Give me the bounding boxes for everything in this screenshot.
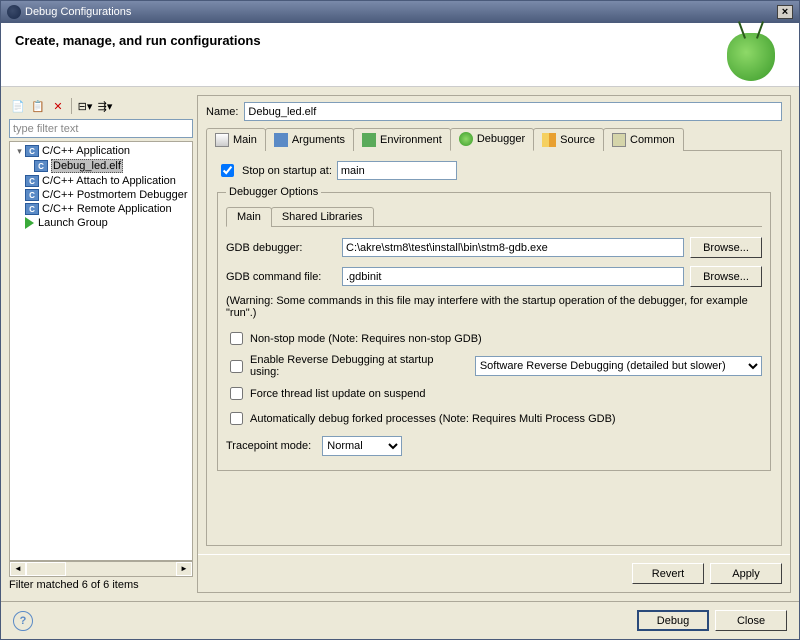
tree-item-remote[interactable]: CC/C++ Remote Application — [12, 202, 190, 216]
apply-button[interactable]: Apply — [710, 563, 782, 584]
stop-on-startup-checkbox[interactable] — [221, 164, 234, 177]
force-thread-label: Force thread list update on suspend — [250, 388, 426, 400]
name-input[interactable] — [244, 102, 782, 121]
tab-source[interactable]: Source — [533, 128, 604, 151]
nonstop-label: Non-stop mode (Note: Requires non-stop G… — [250, 333, 482, 345]
window-title: Debug Configurations — [25, 6, 131, 18]
warning-text: (Warning: Some commands in this file may… — [226, 295, 762, 319]
cmdfile-browse-button[interactable]: Browse... — [690, 266, 762, 287]
separator — [71, 98, 72, 114]
filter-status: Filter matched 6 of 6 items — [9, 577, 193, 593]
filter-input[interactable] — [9, 119, 193, 138]
tab-debugger[interactable]: Debugger — [450, 128, 534, 151]
inner-tab-bar: Main Shared Libraries — [226, 206, 762, 227]
stop-on-startup-label: Stop on startup at: — [242, 165, 332, 177]
gdb-browse-button[interactable]: Browse... — [690, 237, 762, 258]
c-icon: C — [25, 189, 39, 201]
c-icon: C — [34, 160, 48, 172]
tab-main[interactable]: Main — [206, 128, 266, 151]
gdb-cmdfile-input[interactable] — [342, 267, 684, 286]
footer: ? Debug Close — [1, 601, 799, 639]
config-button-bar: Revert Apply — [198, 554, 790, 592]
left-pane: 📄 📋 ✕ ⊟▾ ⇶▾ ▾CC/C++ Application CDebug_l… — [9, 95, 193, 593]
eclipse-icon — [7, 5, 21, 19]
tab-environment[interactable]: Environment — [353, 128, 451, 151]
stop-on-startup-input[interactable] — [337, 161, 457, 180]
source-icon — [542, 133, 556, 147]
tree-item-debug-led[interactable]: CDebug_led.elf — [12, 158, 190, 174]
horizontal-scrollbar[interactable]: ◄► — [9, 561, 193, 577]
page-title: Create, manage, and run configurations — [15, 33, 261, 48]
delete-button[interactable]: ✕ — [49, 97, 67, 115]
help-icon[interactable]: ? — [13, 611, 33, 631]
tab-common[interactable]: Common — [603, 128, 684, 151]
tree-item-cpp-app[interactable]: ▾CC/C++ Application — [12, 144, 190, 158]
tab-bar: Main Arguments Environment Debugger Sour… — [206, 127, 782, 151]
gdb-debugger-label: GDB debugger: — [226, 242, 336, 254]
body: 📄 📋 ✕ ⊟▾ ⇶▾ ▾CC/C++ Application CDebug_l… — [1, 87, 799, 601]
close-icon[interactable]: × — [777, 5, 793, 19]
tree-item-launch-group[interactable]: Launch Group — [12, 216, 190, 230]
close-button[interactable]: Close — [715, 610, 787, 631]
inner-tab-main[interactable]: Main — [226, 207, 272, 227]
play-icon — [25, 217, 34, 229]
gdb-cmdfile-label: GDB command file: — [226, 271, 336, 283]
reverse-label: Enable Reverse Debugging at startup usin… — [250, 354, 464, 378]
common-icon — [612, 133, 626, 147]
left-toolbar: 📄 📋 ✕ ⊟▾ ⇶▾ — [9, 95, 193, 119]
tracepoint-select[interactable]: Normal — [322, 436, 402, 456]
bug-icon — [727, 33, 775, 81]
debug-button[interactable]: Debug — [637, 610, 709, 631]
new-config-button[interactable]: 📄 — [9, 97, 27, 115]
debugger-options-legend: Debugger Options — [226, 186, 321, 198]
config-tree[interactable]: ▾CC/C++ Application CDebug_led.elf CC/C+… — [9, 141, 193, 561]
environment-icon — [362, 133, 376, 147]
debugger-options-fieldset: Debugger Options Main Shared Libraries G… — [217, 186, 771, 471]
header: Create, manage, and run configurations — [1, 23, 799, 87]
gdb-debugger-input[interactable] — [342, 238, 684, 257]
c-icon: C — [25, 145, 39, 157]
main-icon — [215, 133, 229, 147]
reverse-checkbox[interactable] — [230, 360, 243, 373]
titlebar: Debug Configurations × — [1, 1, 799, 23]
tab-content-debugger: Stop on startup at: Debugger Options Mai… — [206, 151, 782, 546]
tracepoint-label: Tracepoint mode: — [226, 440, 311, 452]
c-icon: C — [25, 175, 39, 187]
auto-debug-label: Automatically debug forked processes (No… — [250, 413, 616, 425]
duplicate-button[interactable]: 📋 — [29, 97, 47, 115]
right-pane: Name: Main Arguments Environment Debugge… — [197, 95, 791, 593]
revert-button[interactable]: Revert — [632, 563, 704, 584]
debugger-icon — [459, 132, 473, 146]
c-icon: C — [25, 203, 39, 215]
filter-button[interactable]: ⇶▾ — [96, 97, 114, 115]
inner-tab-shared-libs[interactable]: Shared Libraries — [271, 207, 374, 227]
collapse-button[interactable]: ⊟▾ — [76, 97, 94, 115]
tab-arguments[interactable]: Arguments — [265, 128, 354, 151]
nonstop-checkbox[interactable] — [230, 332, 243, 345]
reverse-select[interactable]: Software Reverse Debugging (detailed but… — [475, 356, 762, 376]
auto-debug-checkbox[interactable] — [230, 412, 243, 425]
tree-item-postmortem[interactable]: CC/C++ Postmortem Debugger — [12, 188, 190, 202]
force-thread-checkbox[interactable] — [230, 387, 243, 400]
arguments-icon — [274, 133, 288, 147]
dialog-window: Debug Configurations × Create, manage, a… — [0, 0, 800, 640]
name-label: Name: — [206, 106, 238, 118]
tree-item-attach[interactable]: CC/C++ Attach to Application — [12, 174, 190, 188]
